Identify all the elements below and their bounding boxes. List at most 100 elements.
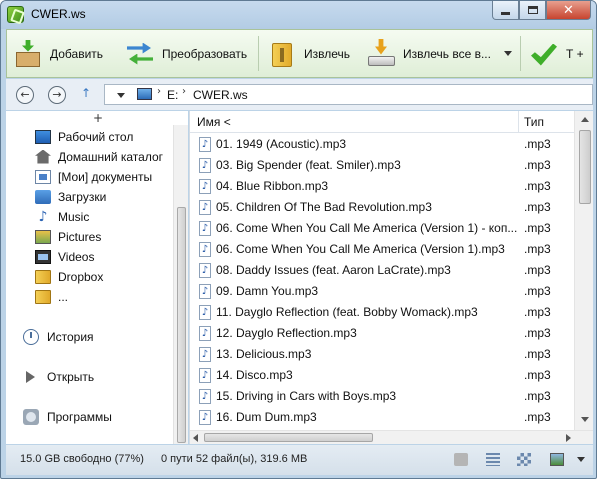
sidebar-item-dropbox[interactable]: Dropbox (35, 267, 103, 286)
table-row[interactable]: ♪ 12. Dayglo Reflection.mp3 .mp3 (190, 323, 574, 344)
minimize-button[interactable] (492, 1, 519, 20)
toolbar-separator (520, 36, 521, 71)
sidebar-action-open[interactable]: Открыть (23, 367, 94, 387)
file-type: .mp3 (524, 389, 551, 403)
sidebar-action-programs[interactable]: Программы (23, 407, 112, 427)
extract-drive-icon (366, 38, 396, 69)
file-list: Имя < Тип ♪ 01. 1949 (Acoustic).mp3 .mp3… (189, 111, 593, 444)
scroll-right-icon[interactable] (566, 434, 571, 442)
view-dropdown-icon[interactable] (577, 457, 585, 462)
sidebar-item-more[interactable]: ... (35, 287, 68, 306)
file-name: 06. Come When You Call Me America (Versi… (216, 221, 518, 235)
audio-file-icon: ♪ (199, 200, 211, 215)
table-row[interactable]: ♪ 04. Blue Ribbon.mp3 .mp3 (190, 176, 574, 197)
file-name: 06. Come When You Call Me America (Versi… (216, 242, 505, 256)
sidebar-item-pictures[interactable]: Pictures (35, 227, 101, 246)
sidebar-action-label: История (47, 330, 94, 344)
file-name: 12. Dayglo Reflection.mp3 (216, 326, 357, 340)
sidebar-item-music[interactable]: ♪ Music (35, 207, 90, 226)
computer-icon (137, 88, 152, 100)
check-icon (529, 39, 559, 69)
sidebar-scrollbar[interactable] (173, 125, 188, 444)
table-row[interactable]: ♪ 11. Dayglo Reflection (feat. Bobby Wom… (190, 302, 574, 323)
table-row[interactable]: ♪ 01. 1949 (Acoustic).mp3 .mp3 (190, 134, 574, 155)
breadcrumb-drive[interactable]: E: (167, 88, 178, 102)
sidebar-action-history[interactable]: История (23, 327, 94, 347)
scroll-left-icon[interactable] (193, 434, 198, 442)
list-view-icon[interactable] (486, 453, 500, 466)
column-header: Имя < Тип (190, 111, 574, 133)
table-row[interactable]: ♪ 09. Damn You.mp3 .mp3 (190, 281, 574, 302)
audio-file-icon: ♪ (199, 179, 211, 194)
home-icon (35, 149, 51, 164)
sidebar-item-label: ... (58, 289, 69, 304)
table-row[interactable]: ♪ 08. Daddy Issues (feat. Aaron LaCrate)… (190, 260, 574, 281)
file-name: 15. Driving in Cars with Boys.mp3 (216, 389, 397, 403)
sidebar-item-label: Загрузки (58, 189, 107, 204)
extract-all-label: Извлечь все в... (403, 46, 491, 61)
sidebar-item-desktop[interactable]: Рабочий стол (35, 127, 133, 146)
lock-icon[interactable] (454, 453, 468, 466)
close-button[interactable]: ✕ (546, 1, 591, 20)
file-name: 16. Dum Dum.mp3 (216, 410, 317, 424)
extract-button[interactable]: Извлечь (267, 30, 350, 77)
add-button[interactable]: Добавить (13, 30, 103, 77)
sidebar-item-downloads[interactable]: Загрузки (35, 187, 106, 206)
horizontal-scrollbar-thumb[interactable] (204, 433, 373, 442)
file-name: 09. Damn You.mp3 (216, 284, 319, 298)
column-name-header[interactable]: Имя < (197, 115, 231, 129)
up-arrow-icon: ↑ (81, 86, 92, 100)
thumbnail-view-icon[interactable] (550, 453, 564, 466)
extract-all-dropdown[interactable] (504, 30, 512, 77)
table-row[interactable]: ♪ 16. Dum Dum.mp3 .mp3 (190, 407, 574, 428)
sidebar-scrollbar-thumb[interactable] (177, 207, 186, 443)
table-row[interactable]: ♪ 15. Driving in Cars with Boys.mp3 .mp3 (190, 386, 574, 407)
test-button[interactable]: Т + (529, 30, 584, 77)
table-row[interactable]: ♪ 06. Come When You Call Me America (Ver… (190, 239, 574, 260)
path-history-dropdown-icon[interactable] (117, 93, 125, 98)
sidebar-item-label: Рабочий стол (58, 129, 134, 144)
column-divider[interactable] (518, 111, 519, 133)
breadcrumb-arrow-icon[interactable]: › (157, 86, 161, 97)
grid-view-icon[interactable] (517, 453, 531, 466)
column-type-header[interactable]: Тип (524, 115, 544, 129)
window-controls: ✕ (492, 1, 591, 21)
sidebar-item-label: Dropbox (58, 269, 104, 284)
table-row[interactable]: ♪ 14. Disco.mp3 .mp3 (190, 365, 574, 386)
back-button[interactable]: ← (16, 86, 34, 104)
up-button[interactable]: ↑ (81, 86, 91, 100)
sidebar-item-documents[interactable]: [Мои] документы (35, 167, 152, 186)
path-box[interactable]: › E: › CWER.ws (104, 84, 593, 105)
table-row[interactable]: ♪ 06. Come When You Call Me America (Ver… (190, 218, 574, 239)
table-row[interactable]: ♪ 13. Delicious.mp3 .mp3 (190, 344, 574, 365)
toolbar: Добавить Преобразовать Извлечь Извлечь в… (6, 29, 593, 78)
chevron-down-icon (504, 51, 512, 56)
file-list-horizontal-scrollbar[interactable] (190, 430, 593, 444)
extract-all-button[interactable]: Извлечь все в... (366, 30, 491, 77)
forward-button[interactable]: → (48, 86, 66, 104)
sidebar-expander[interactable]: + (93, 111, 103, 125)
sidebar-item-home[interactable]: Домашний каталог (35, 147, 163, 166)
title-bar[interactable]: CWER.ws ✕ (1, 1, 596, 29)
play-icon (23, 369, 39, 385)
sidebar-item-videos[interactable]: Videos (35, 247, 94, 266)
sidebar-action-label: Программы (47, 410, 112, 424)
window-title: CWER.ws (31, 7, 86, 21)
audio-file-icon: ♪ (199, 284, 211, 299)
breadcrumb-arrow-icon[interactable]: › (182, 86, 186, 97)
convert-button[interactable]: Преобразовать (125, 30, 247, 77)
archive-summary-text: 0 пути 52 файл(ы), 319.6 MB (161, 453, 308, 465)
test-label: Т + (566, 46, 584, 61)
add-label: Добавить (50, 46, 104, 61)
breadcrumb-archive[interactable]: CWER.ws (193, 88, 248, 102)
file-list-vertical-scrollbar[interactable] (574, 111, 593, 430)
table-row[interactable]: ♪ 03. Big Spender (feat. Smiler).mp3 .mp… (190, 155, 574, 176)
scroll-down-icon[interactable] (581, 417, 589, 422)
maximize-button[interactable] (519, 1, 546, 20)
audio-file-icon: ♪ (199, 326, 211, 341)
scroll-up-icon[interactable] (581, 117, 589, 122)
file-type: .mp3 (524, 263, 551, 277)
vertical-scrollbar-thumb[interactable] (579, 130, 591, 204)
table-row[interactable]: ♪ 05. Children Of The Bad Revolution.mp3… (190, 197, 574, 218)
sidebar-item-label: Music (58, 209, 90, 224)
